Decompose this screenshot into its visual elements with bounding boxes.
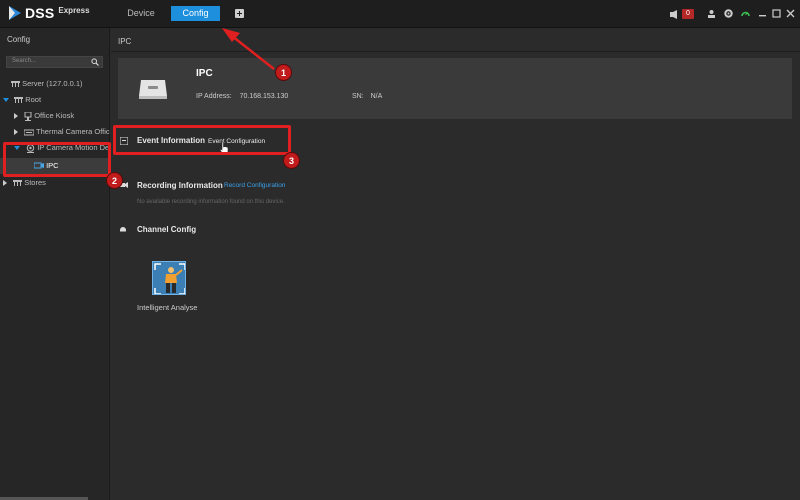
- annotation-number-3: 3: [283, 152, 300, 169]
- breadcrumb-divider: [111, 51, 800, 52]
- recording-info-title: Recording Information: [137, 181, 223, 190]
- search-input[interactable]: Search...: [6, 56, 103, 68]
- tree-item-office-kiosk[interactable]: Office Kiosk: [0, 108, 110, 124]
- search-placeholder: Search...: [12, 58, 37, 64]
- annotation-number-1: 1: [275, 64, 292, 81]
- intelligent-analyse-label: Intelligent Analyse: [137, 303, 198, 312]
- collapse-caret-icon[interactable]: [14, 129, 18, 136]
- logo-title: DSS: [25, 5, 55, 21]
- intelligent-analyse-figure-icon: [153, 262, 185, 294]
- intelligent-analyse-icon[interactable]: [152, 261, 186, 295]
- add-tab-icon[interactable]: [235, 9, 244, 18]
- recording-empty-note: No available recording information found…: [137, 199, 285, 205]
- channel-config-title: Channel Config: [137, 225, 197, 234]
- server-tree-icon: [11, 81, 20, 88]
- tree-item-root[interactable]: Root: [0, 92, 110, 108]
- alarm-indicator[interactable]: 0: [670, 8, 700, 20]
- main-panel: IPC IPC IP Address: 70.168.153.130 SN: N…: [111, 28, 800, 500]
- search-icon[interactable]: [91, 58, 99, 66]
- org-tree-icon: [14, 97, 24, 104]
- channel-config-icon: [120, 227, 126, 232]
- sn-label: SN:: [352, 93, 364, 100]
- device-name: IPC: [196, 68, 213, 79]
- collapse-caret-icon[interactable]: [14, 113, 18, 120]
- ip-address-value: 70.168.153.130: [239, 93, 289, 100]
- minimize-icon[interactable]: [758, 9, 767, 18]
- ipc-device-icon: [139, 80, 167, 99]
- tree-item-label: Stores: [24, 178, 46, 187]
- app-window: Express DSS Express Device Config 0: [0, 0, 800, 500]
- logo-subtitle: Express: [58, 5, 90, 15]
- kiosk-device-icon: [24, 111, 32, 121]
- config-sidebar: Config Search... Server (127.0.0.1) Root…: [0, 28, 110, 500]
- user-icon[interactable]: [707, 9, 716, 18]
- maximize-icon[interactable]: [772, 9, 781, 18]
- tab-config[interactable]: Config: [171, 6, 220, 21]
- breadcrumb: IPC: [118, 37, 132, 46]
- tree-item-label: Thermal Camera Office: [36, 127, 110, 136]
- device-info-card: IPC IP Address: 70.168.153.130 SN: N/A: [118, 58, 792, 119]
- ip-address-label: IP Address:: [196, 93, 232, 100]
- tree-item-label: Root: [25, 95, 42, 104]
- org-tree-icon: [13, 180, 23, 187]
- tree-item-thermal-camera[interactable]: Thermal Camera Office: [0, 124, 110, 140]
- device-sn: SN: N/A: [352, 93, 382, 100]
- collapse-caret-icon[interactable]: [3, 180, 7, 187]
- sidebar-title: Config: [7, 35, 31, 44]
- tree-item-label: Server (127.0.0.1): [22, 79, 83, 88]
- top-bar: Express DSS Express Device Config 0: [0, 0, 800, 28]
- sn-value: N/A: [370, 93, 383, 100]
- gear-icon[interactable]: [724, 9, 733, 18]
- logo-icon: [9, 6, 21, 20]
- tree-item-server[interactable]: Server (127.0.0.1): [0, 76, 110, 92]
- speaker-icon: [670, 9, 677, 19]
- tab-device[interactable]: Device: [118, 6, 164, 21]
- annotation-box-sidebar: [3, 142, 111, 177]
- record-configuration-link[interactable]: Record Configuration: [224, 182, 285, 189]
- device-ip: IP Address: 70.168.153.130: [196, 93, 288, 100]
- tree-item-stores[interactable]: Stores: [0, 175, 110, 191]
- annotation-box-event: [113, 125, 291, 155]
- thermal-camera-icon: [24, 129, 35, 136]
- tree-item-label: Office Kiosk: [34, 111, 75, 120]
- close-icon[interactable]: [786, 9, 795, 18]
- alarm-count-badge: 0: [682, 9, 694, 19]
- annotation-number-2: 2: [106, 172, 123, 189]
- expand-caret-icon[interactable]: [3, 98, 9, 103]
- app-logo: Express DSS Express: [8, 5, 90, 21]
- performance-gauge-icon[interactable]: [741, 9, 750, 18]
